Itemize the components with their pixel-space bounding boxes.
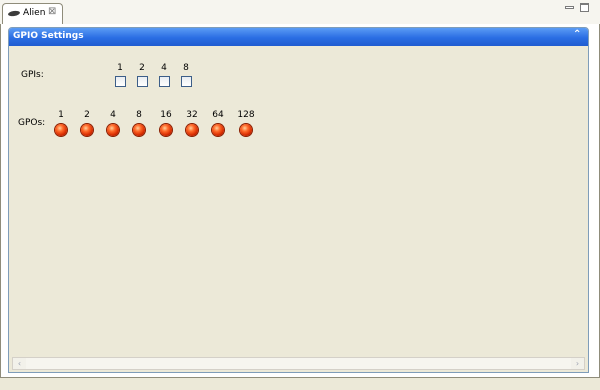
tab-strip: Alien ⊠	[0, 0, 600, 25]
gpo-led-32[interactable]	[186, 124, 198, 136]
gpis-label: GPIs:	[21, 70, 44, 80]
gpi-bit-label: 4	[161, 63, 167, 73]
gpi-checkbox-4[interactable]	[159, 76, 170, 87]
tab-alien[interactable]: Alien ⊠	[2, 3, 63, 24]
gpo-led-128[interactable]	[240, 124, 252, 136]
gpo-bit-label: 8	[136, 110, 142, 120]
gpo-bit-label: 1	[58, 110, 64, 120]
alien-view-icon	[7, 10, 21, 17]
gpi-bit-label: 2	[139, 63, 145, 73]
close-icon[interactable]: ⊠	[48, 6, 56, 17]
gpi-checkbox-8[interactable]	[181, 76, 192, 87]
gpo-bit-label: 128	[237, 110, 255, 120]
gpos-label: GPOs:	[18, 118, 46, 128]
gpi-checkbox-2[interactable]	[137, 76, 148, 87]
gpo-bit-label: 16	[160, 110, 172, 120]
section-header[interactable]: GPIO Settings ⌃	[9, 28, 588, 46]
gpo-led-64[interactable]	[212, 124, 224, 136]
bottom-tab-strip	[0, 377, 600, 390]
gpi-bit-label: 1	[117, 63, 123, 73]
collapse-icon[interactable]: ⌃	[573, 29, 581, 40]
gpo-bit-label: 2	[84, 110, 90, 120]
gpo-bit-label: 4	[110, 110, 116, 120]
scroll-right-icon[interactable]: ›	[571, 358, 584, 369]
horizontal-scrollbar[interactable]: ‹ ›	[12, 357, 585, 370]
gpi-checkbox-1[interactable]	[115, 76, 126, 87]
gpo-led-2[interactable]	[81, 124, 93, 136]
gpo-bit-label: 64	[212, 110, 224, 120]
scroll-left-icon[interactable]: ‹	[13, 358, 26, 369]
gpi-bit-label: 8	[183, 63, 189, 73]
gpo-led-1[interactable]	[55, 124, 67, 136]
maximize-icon[interactable]	[580, 3, 589, 12]
tab-label: Alien	[23, 8, 46, 18]
gpo-led-8[interactable]	[133, 124, 145, 136]
minimize-icon[interactable]	[565, 6, 574, 9]
gpo-led-16[interactable]	[160, 124, 172, 136]
gpo-led-4[interactable]	[107, 124, 119, 136]
section-title: GPIO Settings	[13, 31, 84, 41]
gpio-settings-section: GPIO Settings ⌃ GPIs: 1 2 4 8 GPOs: 1 2 …	[8, 27, 589, 373]
gpo-bit-label: 32	[186, 110, 198, 120]
